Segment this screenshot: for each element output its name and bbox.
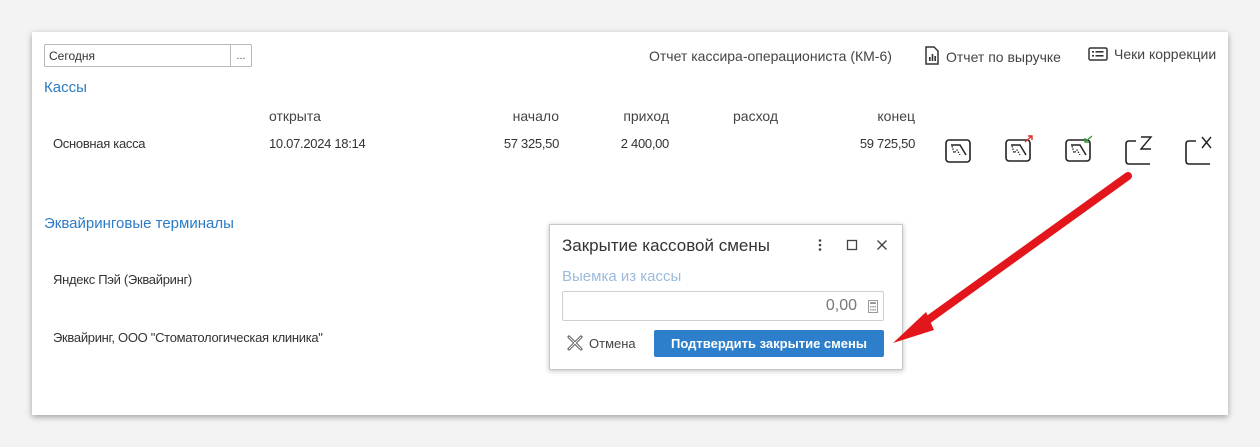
period-selector: ... bbox=[44, 44, 252, 67]
km6-report-label: Отчет кассира-операциониста (КМ-6) bbox=[649, 48, 892, 64]
column-start: начало bbox=[512, 108, 559, 124]
confirm-close-shift-button[interactable]: Подтвердить закрытие смены bbox=[654, 330, 884, 357]
cancel-label: Отмена bbox=[589, 336, 636, 351]
revenue-report-label: Отчет по выручке bbox=[946, 49, 1061, 65]
calculator-icon[interactable] bbox=[863, 299, 883, 313]
cash-shift-panel: ... Отчет кассира-операциониста (КМ-6) О… bbox=[32, 32, 1228, 415]
close-icon[interactable] bbox=[874, 237, 890, 257]
register-start: 57 325,50 bbox=[503, 136, 559, 151]
x-report-icon[interactable] bbox=[1184, 134, 1214, 165]
more-menu-icon[interactable] bbox=[812, 237, 828, 257]
terminals-title: Эквайринговые терминалы bbox=[44, 215, 234, 232]
list-item[interactable]: Яндекс Пэй (Эквайринг) bbox=[53, 272, 192, 287]
withdraw-icon[interactable] bbox=[1004, 134, 1034, 164]
receipt-list-icon bbox=[1088, 47, 1108, 61]
cancel-icon bbox=[567, 335, 583, 351]
list-item[interactable]: Эквайринг, ООО "Стоматологическая клиник… bbox=[53, 330, 323, 345]
revenue-report-link[interactable]: Отчет по выручке bbox=[924, 46, 1061, 65]
withdrawal-label: Выемка из кассы bbox=[562, 268, 682, 285]
cash-registers-title: Кассы bbox=[44, 79, 87, 96]
register-opened: 10.07.2024 18:14 bbox=[269, 136, 366, 151]
maximize-icon[interactable] bbox=[844, 237, 860, 257]
correction-receipts-label: Чеки коррекции bbox=[1114, 46, 1217, 62]
withdrawal-field bbox=[562, 291, 884, 321]
dialog-title: Закрытие кассовой смены bbox=[562, 236, 770, 255]
column-expense: расход bbox=[733, 108, 779, 124]
correction-receipts-link[interactable]: Чеки коррекции bbox=[1088, 46, 1216, 62]
column-end: конец bbox=[877, 108, 915, 124]
register-icon[interactable] bbox=[944, 135, 974, 165]
register-income: 2 400,00 bbox=[620, 136, 670, 151]
column-income: приход bbox=[623, 108, 669, 124]
z-report-icon[interactable] bbox=[1124, 134, 1154, 165]
period-input[interactable] bbox=[45, 45, 230, 66]
period-choose-button[interactable]: ... bbox=[230, 45, 251, 66]
deposit-icon[interactable] bbox=[1064, 134, 1094, 164]
register-end: 59 725,50 bbox=[859, 136, 915, 151]
close-shift-dialog: Закрытие кассовой смены Выемка из кассы bbox=[549, 224, 903, 370]
column-opened: открыта bbox=[269, 108, 321, 124]
report-chart-icon bbox=[925, 46, 939, 65]
withdrawal-input[interactable] bbox=[563, 296, 863, 316]
km6-report-link[interactable]: Отчет кассира-операциониста (КМ-6) bbox=[649, 48, 892, 64]
cancel-button[interactable]: Отмена bbox=[566, 334, 636, 352]
register-name: Основная касса bbox=[53, 136, 146, 151]
